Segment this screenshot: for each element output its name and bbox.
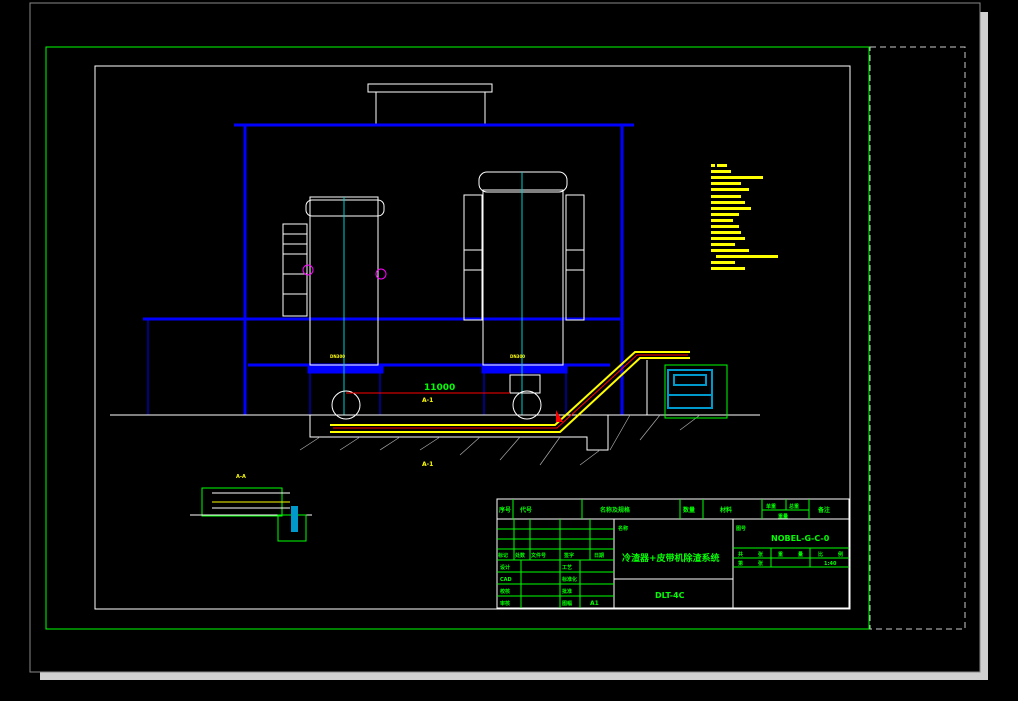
header-seq: 序号 [498,506,511,514]
company-label: 名称 [618,525,628,532]
sheet-current: 第 [738,560,743,567]
role-check: 校核 [500,588,510,595]
cad-viewport[interactable]: 11000 A-1 A-1 DN300 DN300 A-A 序号 代号 名称及规… [0,0,1018,701]
section-marker-top: A-1 [422,397,433,404]
drawing-no-label: 图号 [736,525,746,532]
sheet-total: 共 [738,551,743,558]
rev-sign: 签字 [563,552,574,559]
header-total-weight: 总重 [789,503,799,510]
header-qty: 数量 [683,506,695,514]
weight-label-1: 重 [778,551,783,558]
section-marker-bottom: A-1 [422,461,433,468]
scale-label-1: 比 [818,551,823,558]
sheet-size: A1 [590,600,599,607]
dimension-label: 11000 [424,383,455,393]
rev-mark: 标记 [497,552,508,559]
scale-value: 1:40 [824,561,837,567]
scale-label-2: 例 [838,551,843,558]
weight-label-2: 量 [798,551,803,558]
role-design: 设计 [500,564,510,571]
hopper-label-left: DN300 [330,354,345,359]
header-code: 代号 [519,506,532,514]
drawing-number: NOBEL-G-C-0 [771,534,830,543]
role-review: 审核 [500,600,510,607]
rev-file: 文件号 [531,552,546,559]
role-standard: 标准化 [561,576,577,583]
role-sheet-size: 图幅 [562,600,572,607]
rev-count: 处数 [514,552,526,559]
role-cad: CAD [500,577,512,583]
header-remarks: 备注 [817,506,830,514]
header-name: 名称及规格 [600,506,631,514]
detail-label: A-A [236,474,246,480]
header-material: 材料 [719,506,732,514]
model-number: DLT-4C [655,591,685,600]
role-process: 工艺 [562,564,572,571]
role-approve: 批准 [562,588,572,595]
header-unit-weight: 单重 [766,503,776,510]
header-weight: 重量 [778,513,788,520]
drawing-title: 冷渣器+皮带机除渣系统 [622,552,720,564]
rev-date: 日期 [594,552,604,559]
hopper-label-right: DN300 [510,354,525,359]
